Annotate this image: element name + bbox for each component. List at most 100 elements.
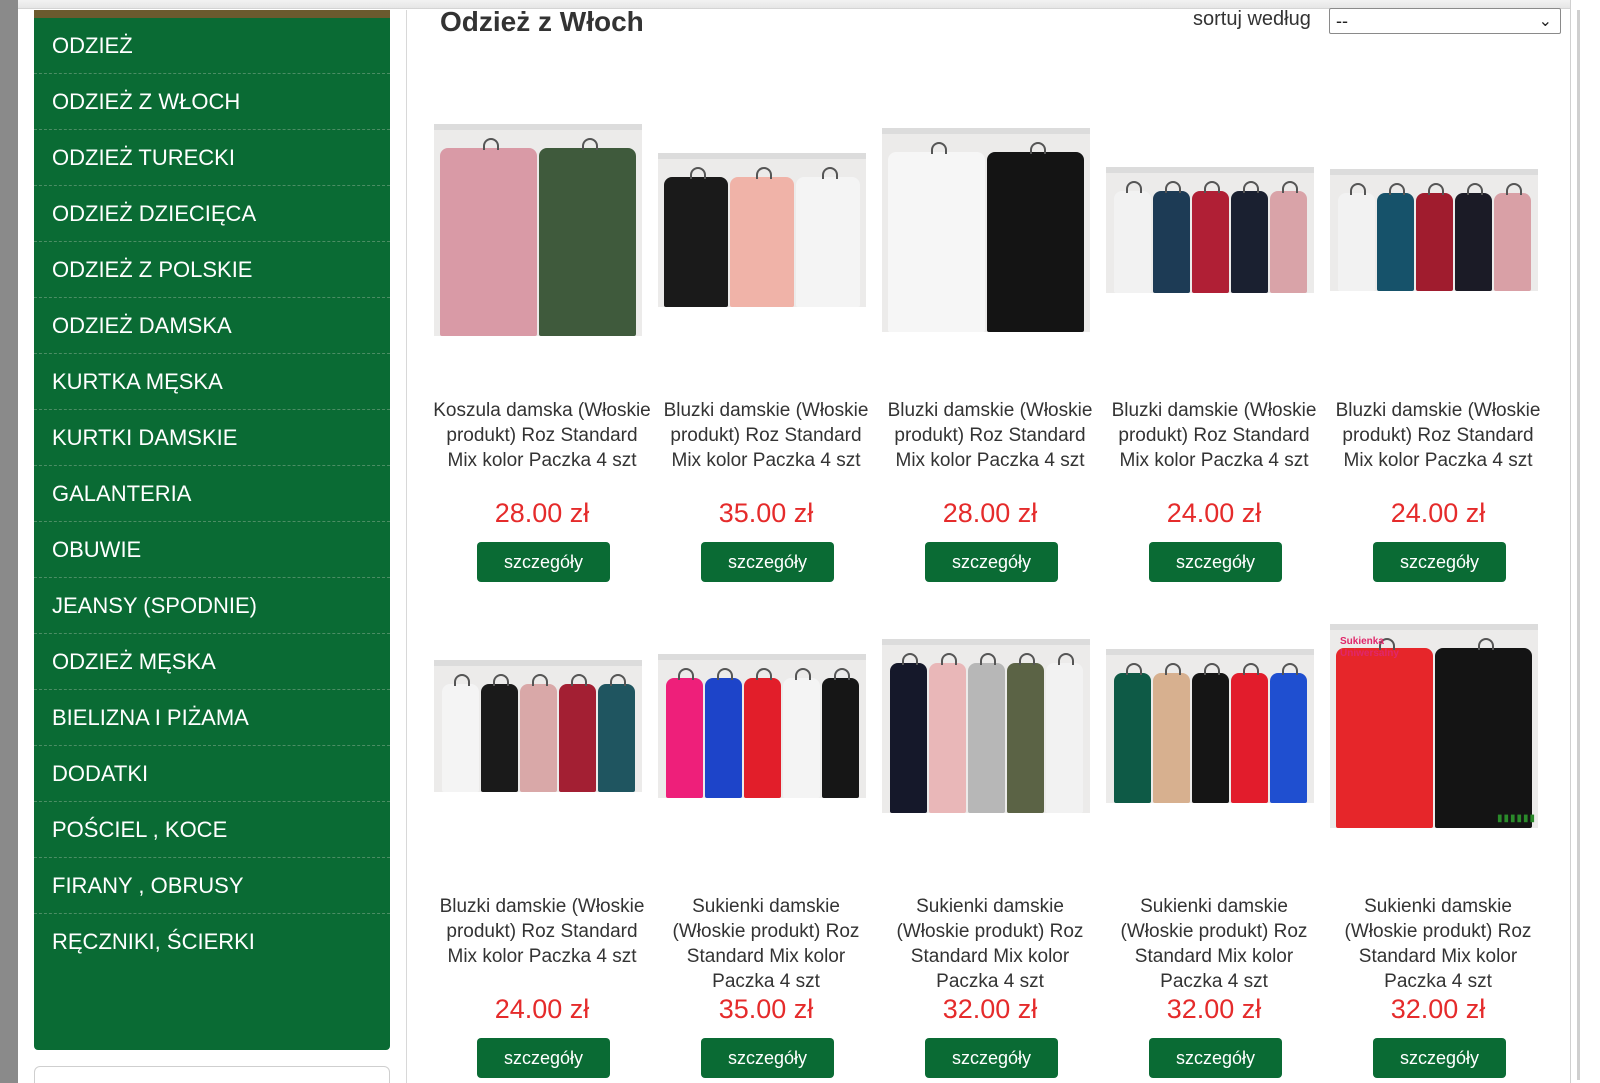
product-image-link[interactable]: Sukienka Uniwersalny ▮▮▮▮▮▮ [1330,576,1538,876]
product-photo [882,128,1090,332]
sort-select-value: -- [1336,10,1348,31]
scrollbar-thumb[interactable] [1577,10,1580,1080]
garment-shape [1045,653,1083,813]
garment-shape [665,668,703,798]
garment-shape [441,674,479,792]
details-button[interactable]: szczegóły [477,1038,610,1078]
garment-shape [730,167,794,307]
details-button[interactable]: szczegóły [1373,1038,1506,1078]
product-photo [434,124,642,336]
garment-shape [1493,183,1531,291]
product-title[interactable]: Bluzki damskie (Włoskie produkt) Roz Sta… [430,894,654,969]
details-button[interactable]: szczegóły [1149,1038,1282,1078]
product-title[interactable]: Bluzki damskie (Włoskie produkt) Roz Sta… [1102,398,1326,473]
product-image-link[interactable] [882,80,1090,380]
sidebar-item[interactable]: ODZIEŻ DAMSKA [34,298,390,354]
product-grid: Koszula damska (Włoskie produkt) Roz Sta… [430,80,1550,1078]
garment-shape [440,138,537,336]
product-image-link[interactable] [434,80,642,380]
sidebar-item[interactable]: ODZIEŻ Z WŁOCH [34,74,390,130]
product-photo [658,654,866,798]
garment-shape [1152,663,1190,803]
sidebar-item[interactable]: ODZIEŻ DZIECIĘCA [34,186,390,242]
garment-shape [1191,663,1229,803]
garment-shape [821,668,859,798]
product-card: Bluzki damskie (Włoskie produkt) Roz Sta… [430,576,654,1078]
product-card: Sukienki damskie (Włoskie produkt) Roz S… [1102,576,1326,1078]
garment-shape [888,142,985,332]
garment-shape [1376,183,1414,291]
sidebar-item[interactable]: ODZIEŻ TURECKI [34,130,390,186]
garment-shape [664,167,728,307]
content-divider [406,10,407,1083]
flag-icon: ▮▮▮▮▮▮ [1496,813,1536,824]
garment-shape [796,167,860,307]
product-photo [1106,167,1314,293]
sidebar-item[interactable]: POŚCIEL , KOCE [34,802,390,858]
product-price: 32.00 zł [1166,994,1262,1024]
product-card: Sukienka Uniwersalny ▮▮▮▮▮▮ Sukienki damsk… [1326,576,1550,1078]
sidebar-item[interactable]: DODATKI [34,746,390,802]
sidebar-item[interactable]: ODZIEŻ MĘSKA [34,634,390,690]
product-card: Bluzki damskie (Włoskie produkt) Roz Sta… [878,80,1102,582]
product-price: 35.00 zł [718,994,814,1024]
product-photo [1106,649,1314,803]
garment-shape [597,674,635,792]
garment-shape [782,668,820,798]
sidebar-item[interactable]: BIELIZNA I PIŻAMA [34,690,390,746]
garment-shape [1152,181,1190,293]
sidebar-item[interactable]: JEANSY (SPODNIE) [34,578,390,634]
product-price: 28.00 zł [942,498,1038,528]
garment-shape [1269,181,1307,293]
photo-badge-text: Sukienka Uniwersalny [1340,636,1399,659]
sidebar-item[interactable]: GALANTERIA [34,466,390,522]
product-price: 32.00 zł [1390,994,1486,1024]
product-photo: Sukienka Uniwersalny ▮▮▮▮▮▮ [1330,624,1538,828]
product-title[interactable]: Sukienki damskie (Włoskie produkt) Roz S… [1326,894,1550,994]
product-image-link[interactable] [1106,80,1314,380]
garment-shape [558,674,596,792]
product-card: Bluzki damskie (Włoskie produkt) Roz Sta… [654,80,878,582]
sidebar-item[interactable]: FIRANY , OBRUSY [34,858,390,914]
product-photo [1330,169,1538,291]
scrollbar-track[interactable] [1570,0,1600,1083]
product-card: Bluzki damskie (Włoskie produkt) Roz Sta… [1326,80,1550,582]
product-title[interactable]: Bluzki damskie (Włoskie produkt) Roz Sta… [878,398,1102,473]
garment-shape [987,142,1084,332]
sidebar-item[interactable]: KURTKI DAMSKIE [34,410,390,466]
garment-shape [1269,663,1307,803]
product-image-link[interactable] [434,576,642,876]
product-image-link[interactable] [1106,576,1314,876]
product-title[interactable]: Sukienki damskie (Włoskie produkt) Roz S… [878,894,1102,994]
sidebar-item[interactable]: ODZIEŻ Z POLSKIE [34,242,390,298]
product-title[interactable]: Bluzki damskie (Włoskie produkt) Roz Sta… [1326,398,1550,473]
category-sidebar: ODZIEŻ ODZIEŻ Z WŁOCH ODZIEŻ TURECKI ODZIEŻ… [34,10,390,1050]
product-image-link[interactable] [1330,80,1538,380]
product-price: 24.00 zł [1166,498,1262,528]
sort-select[interactable]: -- ⌄ [1329,8,1561,34]
garment-shape [1435,638,1532,828]
garment-shape [480,674,518,792]
sidebar-item[interactable]: KURTKA MĘSKA [34,354,390,410]
product-title[interactable]: Bluzki damskie (Włoskie produkt) Roz Sta… [654,398,878,473]
product-title[interactable]: Sukienki damskie (Włoskie produkt) Roz S… [1102,894,1326,994]
sidebar-item[interactable]: ODZIEŻ [34,18,390,74]
sidebar-item[interactable]: RĘCZNIKI, ŚCIERKI [34,914,390,970]
product-title[interactable]: Sukienki damskie (Włoskie produkt) Roz S… [654,894,878,994]
sidebar-item[interactable]: OBUWIE [34,522,390,578]
garment-shape [539,138,636,336]
garment-shape [1454,183,1492,291]
product-image-link[interactable] [658,576,866,876]
product-card: Sukienki damskie (Włoskie produkt) Roz S… [654,576,878,1078]
garment-shape [1336,638,1433,828]
details-button[interactable]: szczegóły [925,1038,1058,1078]
product-title[interactable]: Koszula damska (Włoskie produkt) Roz Sta… [430,398,654,473]
garment-shape [1113,663,1151,803]
category-list: ODZIEŻ ODZIEŻ Z WŁOCH ODZIEŻ TURECKI ODZIEŻ… [34,18,390,970]
garment-shape [967,653,1005,813]
product-photo [882,639,1090,813]
details-button[interactable]: szczegóły [701,1038,834,1078]
left-window-edge [0,0,18,1083]
product-image-link[interactable] [658,80,866,380]
product-image-link[interactable] [882,576,1090,876]
